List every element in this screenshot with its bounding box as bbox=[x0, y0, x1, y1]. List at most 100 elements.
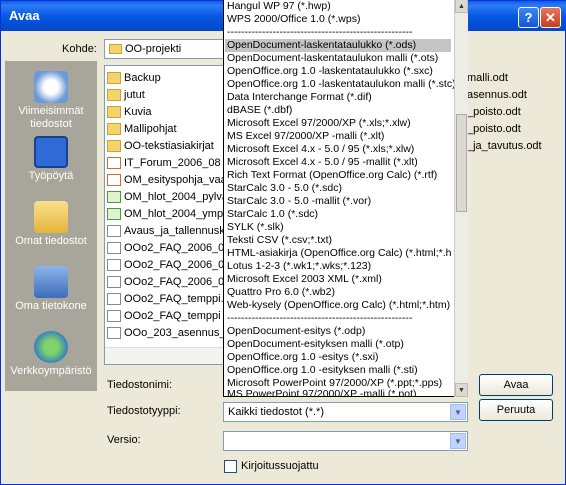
dropdown-option[interactable]: Data Interchange Format (*.dif) bbox=[227, 91, 372, 104]
folder-icon bbox=[107, 72, 121, 84]
dropdown-option[interactable]: HTML-asiakirja (OpenOffice.org Calc) (*.… bbox=[227, 247, 451, 260]
dropdown-option[interactable]: Rich Text Format (OpenOffice.org Calc) (… bbox=[227, 169, 437, 182]
spreadsheet-file-icon bbox=[107, 191, 121, 203]
list-item[interactable]: OM_esityspohja_vaa bbox=[107, 172, 227, 188]
filetype-dropdown-list[interactable]: Hangul WP 97 (*.hwp) WPS 2000/Office 1.0… bbox=[223, 0, 468, 397]
place-my-documents[interactable]: Omat tiedostot bbox=[5, 201, 97, 248]
open-button[interactable]: Avaa bbox=[479, 374, 553, 396]
folder-icon bbox=[107, 89, 121, 101]
dropdown-option[interactable]: OpenDocument-laskentataulukon malli (*.o… bbox=[227, 52, 438, 65]
dropdown-option[interactable]: Microsoft Excel 97/2000/XP (*.xls;*.xlw) bbox=[227, 117, 411, 130]
list-item[interactable]: _poisto.odt bbox=[467, 106, 521, 118]
list-item[interactable]: OOo2_FAQ_temppi.o bbox=[107, 291, 230, 307]
dropdown-option[interactable]: MS Excel 97/2000/XP -malli (*.xlt) bbox=[227, 130, 384, 143]
filetype-select[interactable]: Kaikki tiedostot (*.*) ▼ bbox=[223, 402, 468, 422]
dropdown-option[interactable]: StarCalc 1.0 (*.sdc) bbox=[227, 208, 318, 221]
list-item[interactable]: OOo2_FAQ_2006_05 bbox=[107, 240, 230, 256]
dropdown-option[interactable]: Microsoft Excel 2003 XML (*.xml) bbox=[227, 273, 382, 286]
dropdown-option[interactable]: dBASE (*.dbf) bbox=[227, 104, 292, 117]
dropdown-option[interactable]: SYLK (*.slk) bbox=[227, 221, 284, 234]
places-bar: Viimeisimmät tiedostot Työpöytä Omat tie… bbox=[5, 61, 97, 391]
dropdown-option[interactable]: StarCalc 3.0 - 5.0 -mallit (*.vor) bbox=[227, 195, 371, 208]
close-button[interactable]: ✕ bbox=[540, 7, 561, 28]
list-item[interactable]: _poisto.odt bbox=[467, 123, 521, 135]
place-network[interactable]: Verkkoympäristö bbox=[5, 331, 97, 378]
filename-label: Tiedostonimi: bbox=[107, 379, 173, 391]
place-my-computer[interactable]: Oma tietokone bbox=[5, 266, 97, 313]
dropdown-option[interactable]: MS PowerPoint 97/2000/XP -malli (*.pot) bbox=[227, 388, 416, 396]
dropdown-option[interactable]: Microsoft Excel 4.x - 5.0 / 95 -mallit (… bbox=[227, 156, 418, 169]
filetype-label: Tiedostotyyppi: bbox=[107, 405, 181, 417]
list-item[interactable]: OOo2_FAQ_2006_05 bbox=[107, 257, 230, 273]
folder-icon bbox=[107, 106, 121, 118]
presentation-file-icon bbox=[107, 174, 121, 186]
dropdown-option[interactable]: Hangul WP 97 (*.hwp) bbox=[227, 0, 331, 13]
dropdown-option[interactable]: OpenOffice.org 1.0 -laskentataulukon mal… bbox=[227, 78, 456, 91]
text-file-icon bbox=[107, 225, 121, 237]
dropdown-option[interactable]: Quattro Pro 6.0 (*.wb2) bbox=[227, 286, 335, 299]
dropdown-option[interactable]: Web-kysely (OpenOffice.org Calc) (*.html… bbox=[227, 299, 450, 312]
dropdown-option[interactable]: OpenDocument-esityksen malli (*.otp) bbox=[227, 338, 404, 351]
list-item[interactable]: Avaus_ja_tallennusk bbox=[107, 223, 225, 239]
scroll-down-arrow-icon[interactable]: ▼ bbox=[455, 383, 468, 397]
help-button[interactable]: ? bbox=[518, 7, 539, 28]
dropdown-option[interactable]: WPS 2000/Office 1.0 (*.wps) bbox=[227, 13, 360, 26]
desktop-icon bbox=[34, 136, 68, 168]
version-select[interactable]: ▼ bbox=[223, 431, 468, 451]
cancel-button[interactable]: Peruuta bbox=[479, 399, 553, 421]
scroll-up-arrow-icon[interactable]: ▲ bbox=[455, 0, 468, 13]
dropdown-option[interactable]: OpenOffice.org 1.0 -esityksen malli (*.s… bbox=[227, 364, 418, 377]
spreadsheet-file-icon bbox=[107, 208, 121, 220]
dropdown-option[interactable]: OpenDocument-esitys (*.odp) bbox=[227, 325, 365, 338]
place-desktop[interactable]: Työpöytä bbox=[5, 136, 97, 183]
list-item[interactable]: Backup bbox=[107, 70, 161, 86]
dropdown-option[interactable]: Teksti CSV (*.csv;*.txt) bbox=[227, 234, 332, 247]
filetype-value: Kaikki tiedostot (*.*) bbox=[228, 406, 324, 418]
list-item[interactable]: OOo2_FAQ_temppi bbox=[107, 308, 221, 324]
location-combo[interactable]: OO-projekti bbox=[104, 39, 224, 59]
dropdown-option-selected[interactable]: OpenDocument-laskentataulukko (*.ods) bbox=[225, 39, 451, 52]
folder-icon bbox=[107, 123, 121, 135]
list-item[interactable]: Mallipohjat bbox=[107, 121, 177, 137]
dropdown-scrollbar[interactable]: ▲ ▼ bbox=[454, 0, 468, 397]
list-item[interactable]: Kuvia bbox=[107, 104, 152, 120]
presentation-file-icon bbox=[107, 157, 121, 169]
recent-documents-icon bbox=[34, 71, 68, 103]
dropdown-separator: ----------------------------------------… bbox=[227, 26, 413, 38]
list-item[interactable]: asennus.odt bbox=[467, 89, 527, 101]
readonly-label: Kirjoitussuojattu bbox=[241, 460, 319, 472]
dropdown-option[interactable]: OpenOffice.org 1.0 -esitys (*.sxi) bbox=[227, 351, 379, 364]
open-dialog: Avaa ? ✕ Kohde: OO-projekti Viimeisimmät… bbox=[0, 0, 566, 485]
text-file-icon bbox=[107, 327, 121, 339]
location-label: Kohde: bbox=[62, 43, 97, 55]
dropdown-option[interactable]: StarCalc 3.0 - 5.0 (*.sdc) bbox=[227, 182, 342, 195]
dropdown-option[interactable]: Microsoft Excel 4.x - 5.0 / 95 (*.xls;*.… bbox=[227, 143, 414, 156]
place-recent[interactable]: Viimeisimmät tiedostot bbox=[5, 71, 97, 131]
list-item[interactable]: IT_Forum_2006_08 bbox=[107, 155, 221, 171]
chevron-down-icon[interactable]: ▼ bbox=[450, 433, 466, 449]
network-globe-icon bbox=[34, 331, 68, 363]
readonly-checkbox[interactable] bbox=[224, 460, 237, 473]
text-file-icon bbox=[107, 259, 121, 271]
my-computer-icon bbox=[34, 266, 68, 298]
list-item[interactable]: OOo_203_asennus_o bbox=[107, 325, 232, 341]
location-value: OO-projekti bbox=[125, 43, 182, 55]
chevron-down-icon[interactable]: ▼ bbox=[450, 404, 466, 420]
dropdown-option[interactable]: OpenOffice.org 1.0 -laskentataulukko (*.… bbox=[227, 65, 433, 78]
dropdown-separator: ----------------------------------------… bbox=[227, 312, 413, 324]
list-item[interactable]: OOo2_FAQ_2006_05 bbox=[107, 274, 230, 290]
list-item[interactable]: jutut bbox=[107, 87, 145, 103]
scroll-thumb[interactable] bbox=[456, 114, 467, 212]
text-file-icon bbox=[107, 242, 121, 254]
list-item[interactable]: OM_hlot_2004_ympy bbox=[107, 206, 229, 222]
list-item[interactable]: _ja_tavutus.odt bbox=[467, 140, 542, 152]
dropdown-option[interactable]: Lotus 1-2-3 (*.wk1;*.wks;*.123) bbox=[227, 260, 371, 273]
text-file-icon bbox=[107, 293, 121, 305]
window-title: Avaa bbox=[9, 8, 40, 23]
folder-icon bbox=[107, 140, 121, 152]
version-label: Versio: bbox=[107, 434, 141, 446]
list-item[interactable]: malli.odt bbox=[467, 72, 508, 84]
list-item[interactable]: OO-tekstiasiakirjat bbox=[107, 138, 214, 154]
my-documents-icon bbox=[34, 201, 68, 233]
list-item[interactable]: OM_hlot_2004_pylva bbox=[107, 189, 228, 205]
